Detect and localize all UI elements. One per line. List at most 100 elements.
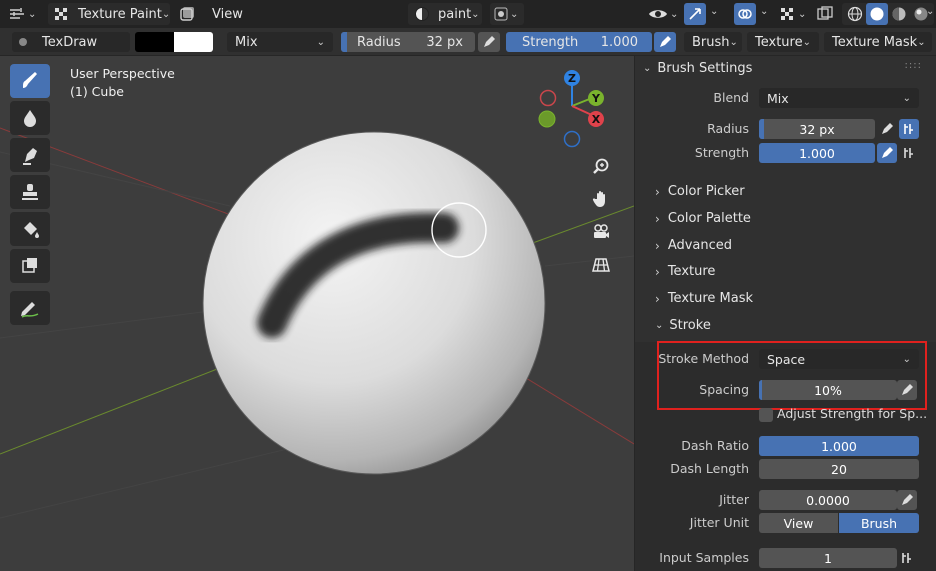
pressure-curve-icon[interactable] (897, 548, 917, 568)
tool-shelf (10, 64, 52, 328)
annotate-tool[interactable] (10, 291, 50, 325)
pressure-pen-icon[interactable] (478, 32, 500, 52)
xray-shading-toggle[interactable] (816, 4, 834, 24)
wireframe-shading-icon[interactable] (844, 3, 866, 25)
primary-color-swatch[interactable] (135, 32, 174, 52)
pressure-pen-icon[interactable] (897, 490, 917, 510)
brush-selector[interactable]: TexDraw (12, 32, 130, 52)
zoom-button[interactable] (586, 152, 616, 182)
grid-icon (591, 255, 611, 275)
cube-icon (178, 5, 196, 23)
neg-z-handle[interactable] (563, 130, 581, 148)
smear-tool[interactable] (10, 138, 50, 172)
3d-viewport[interactable]: User Perspective (1) Cube Z Y X (0, 56, 634, 571)
blend-label: Blend (713, 90, 749, 105)
drag-handle-icon[interactable]: :::: (905, 60, 922, 71)
overlay-toggle[interactable] (734, 3, 756, 25)
texture-menu[interactable]: Texture ⌄ (747, 32, 819, 52)
checker-icon (780, 6, 796, 22)
input-samples-label: Input Samples (659, 550, 749, 565)
chevron-right-icon: › (655, 264, 660, 279)
jitter-field[interactable]: 0.0000 (759, 490, 897, 510)
stroke-section[interactable]: ⌄ Stroke (655, 318, 711, 333)
jitter-unit-brush-button[interactable]: Brush (839, 513, 919, 533)
zoom-icon (591, 157, 611, 177)
jitter-value: 0.0000 (806, 492, 850, 508)
view-menu[interactable]: View (212, 4, 243, 24)
strength-value: 1.000 (799, 145, 835, 161)
section-label: Color Palette (667, 211, 751, 226)
neg-y-handle[interactable] (538, 110, 556, 128)
advanced-section[interactable]: › Advanced (655, 238, 732, 253)
color-picker-section[interactable]: › Color Picker (655, 184, 745, 199)
blend-dropdown[interactable]: Mix ⌄ (759, 88, 919, 108)
chevron-down-icon[interactable]: ⌄ (760, 6, 768, 17)
texture-mask-section[interactable]: › Texture Mask (655, 291, 753, 306)
visibility-toggle[interactable]: ⌄ (648, 3, 678, 25)
navigation-gizmo[interactable]: Z Y X (532, 66, 612, 156)
strength-slider[interactable]: Strength 1.000 (506, 32, 652, 52)
strength-field[interactable]: 1.000 (759, 143, 875, 163)
y-axis-label: Y (591, 92, 601, 105)
pressure-pen-icon[interactable] (877, 143, 897, 163)
color-palette-section[interactable]: › Color Palette (655, 211, 751, 226)
viewport-perspective-label: User Perspective (70, 66, 175, 81)
texture-section[interactable]: › Texture (655, 264, 715, 279)
pressure-pen-icon[interactable] (877, 119, 897, 139)
pressure-curve-icon[interactable] (899, 119, 919, 139)
radius-slider[interactable]: Radius 32 px (341, 32, 475, 52)
color-swatches[interactable] (135, 32, 213, 52)
input-samples-field[interactable]: 1 (759, 548, 897, 568)
pressure-pen-icon[interactable] (654, 32, 676, 52)
adjust-strength-checkbox[interactable] (759, 408, 773, 422)
chevron-down-icon: ⌄ (161, 8, 171, 20)
mask-layer-icon (19, 255, 41, 277)
neg-x-handle[interactable] (539, 89, 557, 107)
chevron-down-icon[interactable]: ⌄ (710, 6, 718, 17)
texture-checker-toggle[interactable]: ⌄ (780, 4, 806, 24)
camera-view-button[interactable] (586, 217, 616, 247)
chevron-down-icon: ⌄ (729, 36, 738, 48)
fill-tool[interactable] (10, 212, 50, 246)
mode-selector[interactable]: Texture Paint ⌄ (48, 3, 170, 25)
brush-menu-label: Brush (692, 34, 730, 50)
brush-settings-header[interactable]: ⌄ Brush Settings (643, 58, 752, 78)
radius-field[interactable]: 32 px (759, 119, 875, 139)
editor-type-button[interactable]: ⌄ (8, 4, 36, 24)
texture-mask-menu[interactable]: Texture Mask ⌄ (824, 32, 932, 52)
chevron-down-icon: ⌄ (643, 62, 652, 74)
chevron-down-icon[interactable]: ⌄ (926, 6, 934, 17)
xray-icon (816, 5, 834, 23)
perspective-toggle-button[interactable] (586, 250, 616, 280)
pressure-curve-icon[interactable] (899, 143, 919, 163)
section-label: Advanced (667, 238, 733, 253)
soften-tool[interactable] (10, 101, 50, 135)
blend-mode-dropdown[interactable]: Mix ⌄ (227, 32, 333, 52)
mask-mode-selector[interactable]: ⌄ (490, 3, 524, 25)
gizmo-toggle[interactable] (684, 3, 706, 25)
draw-tool[interactable] (10, 64, 50, 98)
strength-value: 1.000 (600, 34, 638, 50)
chevron-down-icon: ⌄ (655, 320, 664, 331)
properties-sidebar: ⌄ Brush Settings :::: Blend Mix ⌄ Radius… (634, 56, 936, 571)
solid-shading-icon[interactable] (866, 3, 888, 25)
dash-ratio-field[interactable]: 1.000 (759, 436, 919, 456)
dash-ratio-label: Dash Ratio (681, 438, 749, 453)
secondary-color-swatch[interactable] (174, 32, 213, 52)
pan-button[interactable] (586, 184, 616, 214)
shading-sphere-icon (414, 6, 430, 22)
radius-label: Radius (357, 34, 401, 50)
clone-tool[interactable] (10, 175, 50, 209)
dash-length-field[interactable]: 20 (759, 459, 919, 479)
brush-thumbnail-icon (12, 36, 34, 48)
jitter-unit-view-button[interactable]: View (759, 513, 838, 533)
mask-tool[interactable] (10, 249, 50, 283)
section-label: Texture Mask (667, 291, 754, 306)
tool-settings-bar: TexDraw Mix ⌄ Radius 32 px Strength 1.00… (0, 28, 936, 56)
material-shading-icon[interactable] (888, 3, 910, 25)
xray-toggle[interactable] (178, 4, 196, 24)
chevron-down-icon: ⌄ (471, 8, 480, 20)
brush-menu[interactable]: Brush ⌄ (684, 32, 742, 52)
paint-slot-selector[interactable]: paint ⌄ (408, 3, 482, 25)
chevron-down-icon: ⌄ (510, 8, 519, 20)
